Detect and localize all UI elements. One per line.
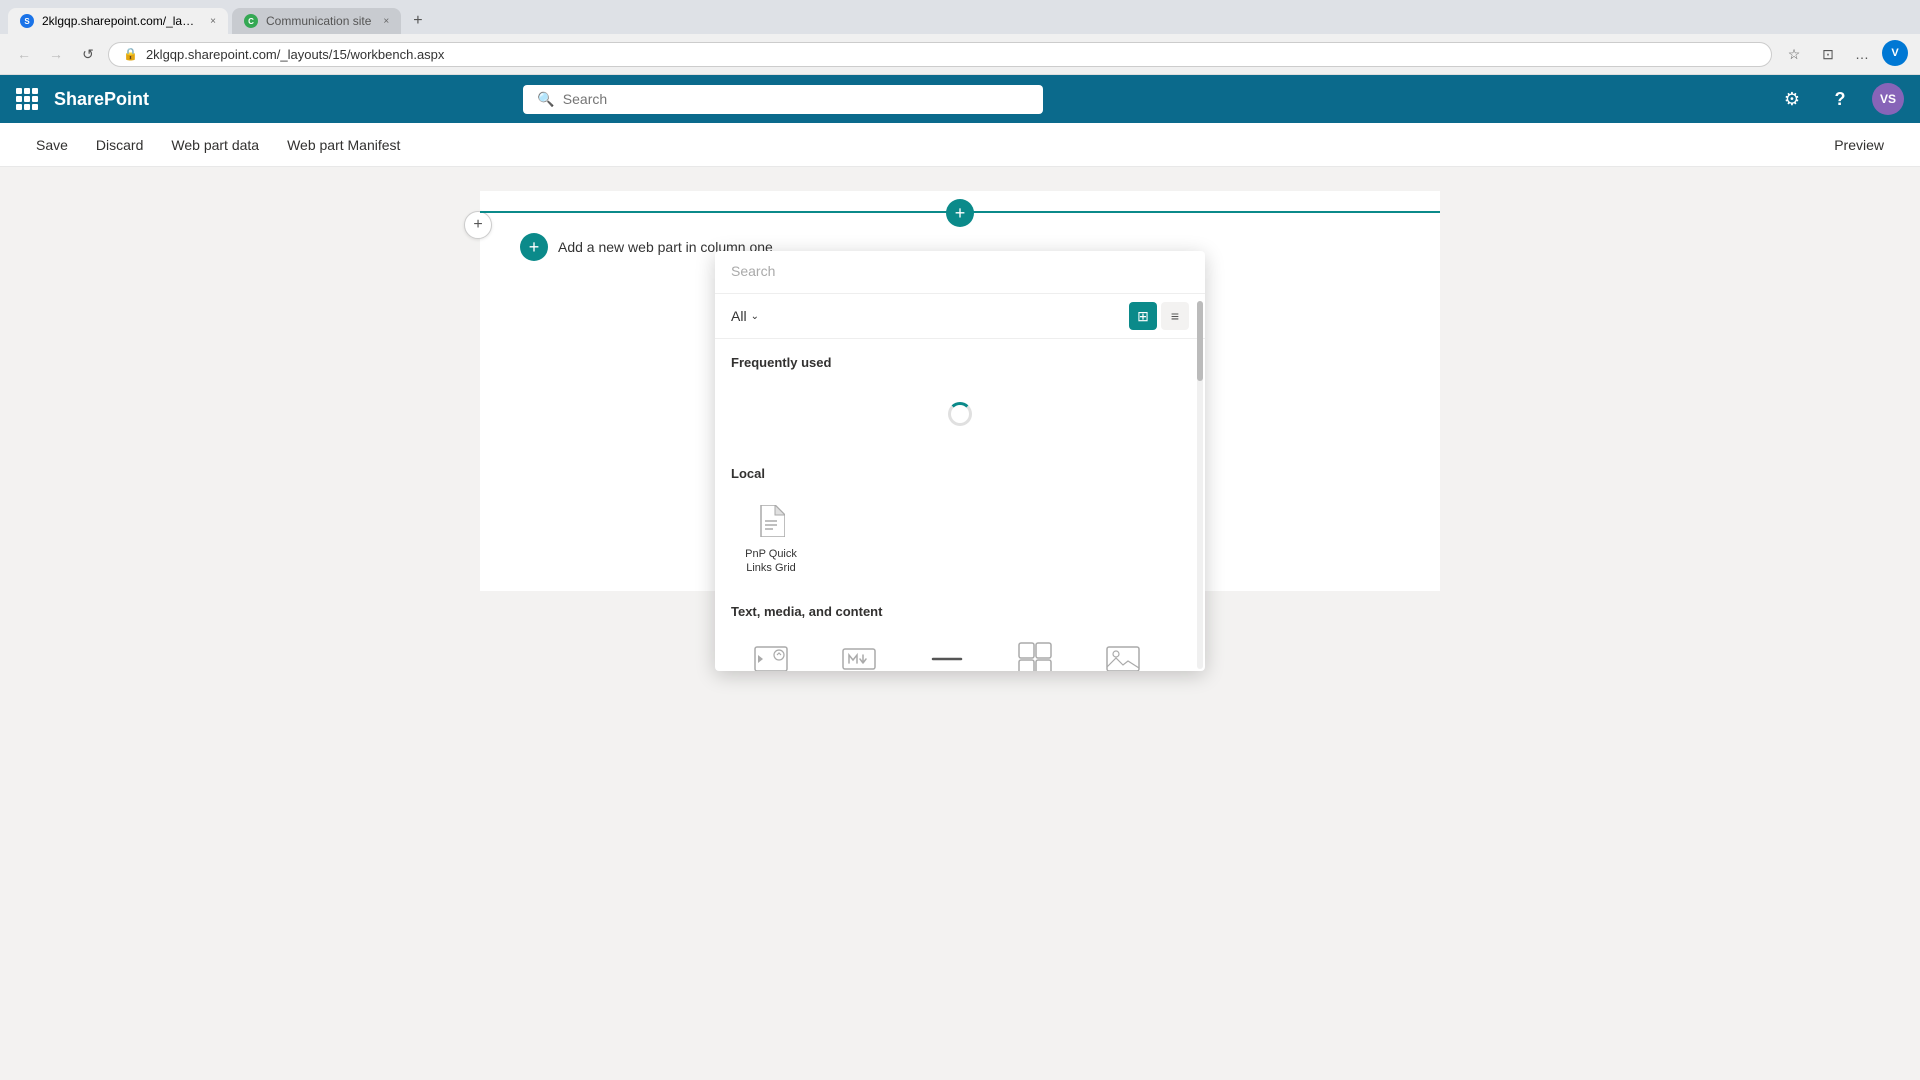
waffle-dot xyxy=(24,88,30,94)
back-button[interactable]: ← xyxy=(12,42,36,66)
nav-bar: ← → ↺ 🔒 ☆ ⊡ … V xyxy=(0,34,1920,74)
waffle-dot xyxy=(16,96,22,102)
picker-filter-row: All ⌄ ⊞ ≡ xyxy=(715,294,1205,339)
tab-inactive-close-icon[interactable]: × xyxy=(383,16,389,27)
grid-view-button[interactable]: ⊞ xyxy=(1129,302,1157,330)
sharepoint-header: SharePoint 🔍 ⚙ ? VS xyxy=(0,75,1920,123)
pnp-quick-links-label: PnP Quick Links Grid xyxy=(735,547,807,576)
url-input[interactable] xyxy=(146,47,1757,62)
help-button[interactable]: ? xyxy=(1824,83,1856,115)
tab-active[interactable]: S 2klgqp.sharepoint.com/_layout... × xyxy=(8,8,228,34)
local-webpart-grid: PnP Quick Links Grid xyxy=(731,493,1189,584)
filter-all-button[interactable]: All ⌄ xyxy=(731,308,759,324)
webpart-data-button[interactable]: Web part data xyxy=(159,131,271,159)
waffle-dot xyxy=(32,88,38,94)
view-toggle: ⊞ ≡ xyxy=(1129,302,1189,330)
user-avatar[interactable]: VS xyxy=(1872,83,1904,115)
header-right: ⚙ ? VS xyxy=(1776,83,1904,115)
search-icon: 🔍 xyxy=(537,91,554,108)
waffle-dot xyxy=(16,104,22,110)
browser-chrome: S 2klgqp.sharepoint.com/_layout... × C C… xyxy=(0,0,1920,75)
discard-button[interactable]: Discard xyxy=(84,131,155,159)
pnp-quick-links-icon xyxy=(751,501,791,541)
new-tab-button[interactable]: + xyxy=(405,8,430,34)
lock-icon: 🔒 xyxy=(123,47,138,61)
markdown-icon xyxy=(839,639,879,671)
webpart-item-image[interactable] xyxy=(1083,631,1163,671)
webpart-picker: All ⌄ ⊞ ≡ Frequently used xyxy=(715,251,1205,671)
tab-bar: S 2klgqp.sharepoint.com/_layout... × C C… xyxy=(0,0,1920,34)
waffle-dot xyxy=(24,96,30,102)
text-media-label: Text, media, and content xyxy=(731,604,1189,619)
image-icon xyxy=(1103,639,1143,671)
preview-button[interactable]: Preview xyxy=(1822,131,1896,159)
column-add-button[interactable]: + xyxy=(946,199,974,227)
webpart-item-pnp[interactable]: PnP Quick Links Grid xyxy=(731,493,811,584)
bookmark-button[interactable]: ☆ xyxy=(1780,40,1808,68)
browser-user-avatar[interactable]: V xyxy=(1882,40,1908,66)
filter-all-label: All xyxy=(731,308,747,324)
sp-toolbar: Save Discard Web part data Web part Mani… xyxy=(0,123,1920,167)
waffle-dot xyxy=(16,88,22,94)
tab-close-icon[interactable]: × xyxy=(210,16,216,27)
reload-button[interactable]: ↺ xyxy=(76,42,100,66)
save-button[interactable]: Save xyxy=(24,131,80,159)
picker-scrollbar[interactable] xyxy=(1197,301,1203,669)
webpart-item-divider[interactable] xyxy=(907,631,987,671)
nav-right-buttons: ☆ ⊡ … V xyxy=(1780,40,1908,68)
sharepoint-search-input[interactable] xyxy=(563,91,1030,107)
waffle-dot xyxy=(32,96,38,102)
waffle-menu[interactable] xyxy=(16,88,38,110)
tab-inactive-label: Communication site xyxy=(266,14,371,28)
column-divider: + xyxy=(480,211,1440,213)
text-media-section: Text, media, and content xyxy=(731,604,1189,671)
add-section-button[interactable]: + xyxy=(464,211,492,239)
tab-active-label: 2klgqp.sharepoint.com/_layout... xyxy=(42,14,198,28)
forward-button[interactable]: → xyxy=(44,42,68,66)
sharepoint-search[interactable]: 🔍 xyxy=(523,85,1043,114)
quick-chart-icon xyxy=(1015,639,1055,671)
add-webpart-button[interactable]: + xyxy=(520,233,548,261)
spinner-circle xyxy=(948,402,972,426)
waffle-dot xyxy=(32,104,38,110)
webpart-item-embed[interactable] xyxy=(731,631,811,671)
webpart-item-quick-chart[interactable] xyxy=(995,631,1075,671)
main-canvas: + + + Add a new web part in column one xyxy=(0,167,1920,1079)
local-section-label: Local xyxy=(731,466,1189,481)
frequently-used-section: Frequently used xyxy=(731,355,1189,446)
divider-icon xyxy=(927,639,967,671)
loading-spinner xyxy=(731,382,1189,446)
filter-chevron-icon: ⌄ xyxy=(751,311,759,322)
tab-inactive[interactable]: C Communication site × xyxy=(232,8,401,34)
page-canvas: + + + Add a new web part in column one xyxy=(480,191,1440,591)
menu-button[interactable]: … xyxy=(1848,40,1876,68)
picker-search-area[interactable] xyxy=(715,251,1205,294)
frequently-used-label: Frequently used xyxy=(731,355,1189,370)
picker-body: Frequently used Local xyxy=(715,339,1205,671)
scrollbar-thumb[interactable] xyxy=(1197,301,1203,381)
waffle-dot xyxy=(24,104,30,110)
webpart-item-markdown[interactable] xyxy=(819,631,899,671)
embed-icon xyxy=(751,639,791,671)
webpart-manifest-button[interactable]: Web part Manifest xyxy=(275,131,412,159)
sharepoint-logo[interactable]: SharePoint xyxy=(54,89,149,110)
extensions-button[interactable]: ⊡ xyxy=(1814,40,1842,68)
local-section: Local xyxy=(731,466,1189,584)
settings-button[interactable]: ⚙ xyxy=(1776,83,1808,115)
list-view-button[interactable]: ≡ xyxy=(1161,302,1189,330)
address-bar[interactable]: 🔒 xyxy=(108,42,1772,67)
text-media-grid xyxy=(731,631,1189,671)
picker-search-input[interactable] xyxy=(731,263,1189,279)
scrollbar-track xyxy=(1197,301,1203,669)
